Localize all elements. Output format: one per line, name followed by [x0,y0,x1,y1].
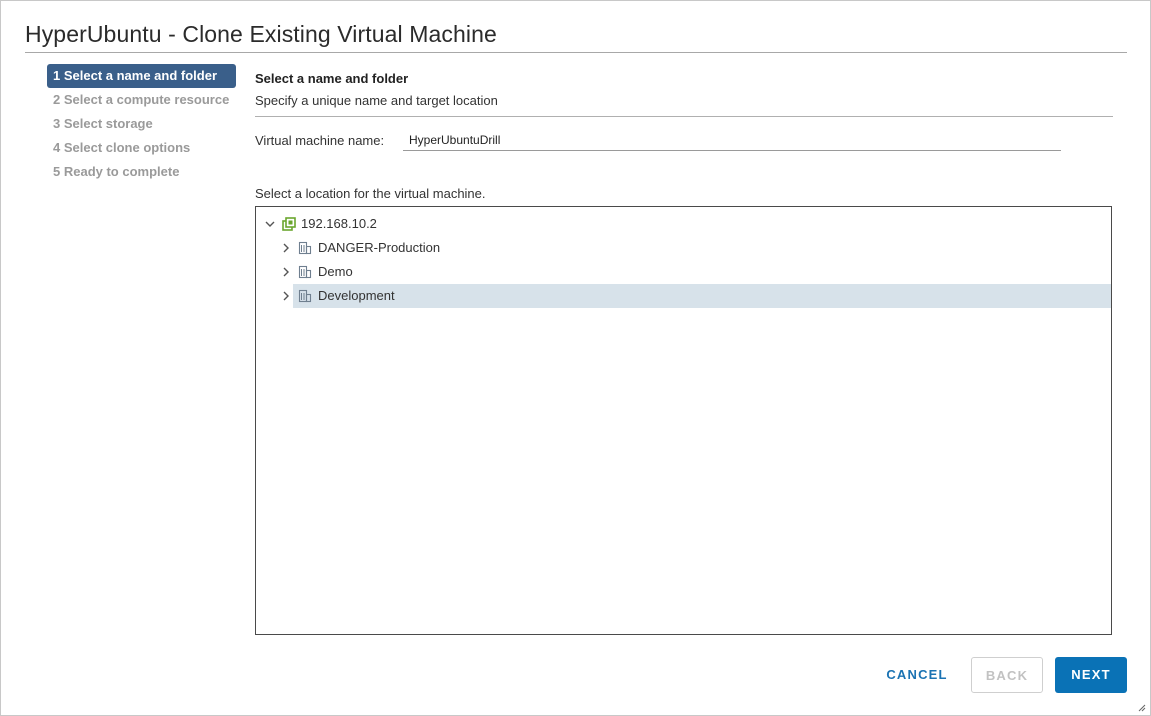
chevron-down-icon[interactable] [264,218,276,230]
section-title: Select a name and folder [255,71,409,86]
tree-node-label: DANGER-Production [318,240,441,255]
tree-node-label: Development [318,288,395,303]
datacenter-icon [298,289,312,303]
step-select-compute-resource[interactable]: 2 Select a compute resource [47,88,237,112]
vm-name-label: Virtual machine name: [255,133,385,148]
chevron-right-icon[interactable] [280,290,292,302]
section-divider [255,116,1113,117]
wizard-steps: 1 Select a name and folder 2 Select a co… [47,64,237,184]
tree-node-development[interactable]: Development [283,284,1111,308]
clone-vm-dialog: HyperUbuntu - Clone Existing Virtual Mac… [0,0,1151,716]
tree-root-node[interactable]: 192.168.10.2 [256,212,1111,236]
section-subtitle: Specify a unique name and target locatio… [255,93,498,108]
tree-node-demo[interactable]: Demo [283,260,1111,284]
tree-node-danger-production[interactable]: DANGER-Production [283,236,1111,260]
step-select-storage[interactable]: 3 Select storage [47,112,237,136]
datacenter-icon [298,265,312,279]
resize-grip-icon[interactable] [1138,704,1146,712]
location-label: Select a location for the virtual machin… [255,186,486,201]
vcenter-icon [282,217,296,231]
chevron-right-icon[interactable] [280,242,292,254]
next-button[interactable]: NEXT [1055,657,1127,693]
dialog-title: HyperUbuntu - Clone Existing Virtual Mac… [25,21,497,47]
tree-node-label: Demo [318,264,353,279]
back-button[interactable]: BACK [971,657,1043,693]
chevron-right-icon[interactable] [280,266,292,278]
title-divider [25,52,1127,53]
datacenter-icon [298,241,312,255]
step-select-clone-options[interactable]: 4 Select clone options [47,136,237,160]
step-select-name-folder[interactable]: 1 Select a name and folder [47,64,236,88]
location-tree: 192.168.10.2 DANGER-Production Demo Deve… [255,206,1112,635]
cancel-button[interactable]: CANCEL [877,657,957,693]
step-ready-to-complete[interactable]: 5 Ready to complete [47,160,237,184]
tree-root-label: 192.168.10.2 [301,216,377,231]
vm-name-input[interactable] [403,129,1061,151]
